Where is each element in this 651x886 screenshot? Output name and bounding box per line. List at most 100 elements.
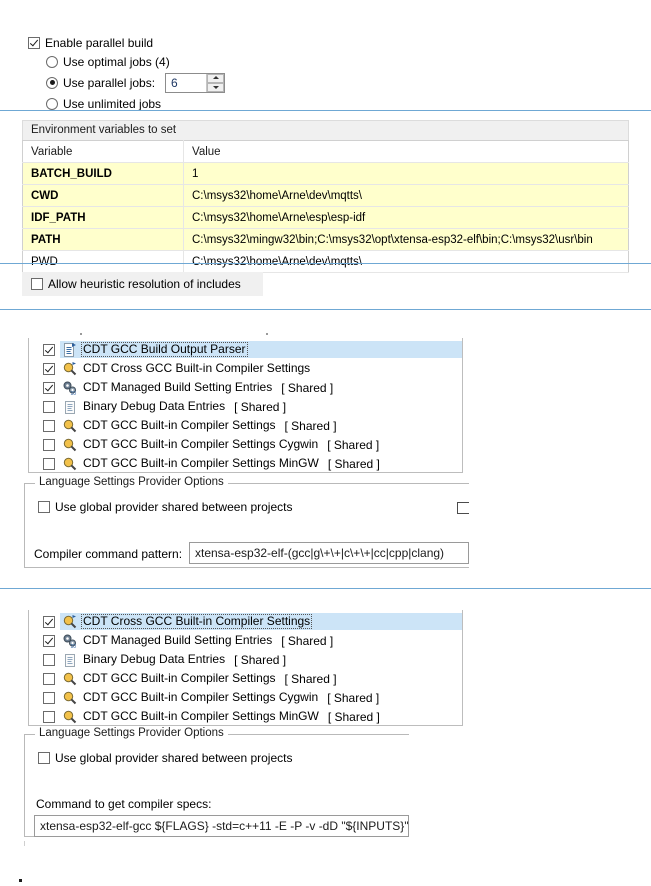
provider-row-binary-debug-data-entries[interactable]: Binary Debug Data Entries [ Shared ]	[29, 650, 462, 669]
provider-shared-tag: [ Shared ]	[284, 418, 337, 433]
use-parallel-jobs-radio[interactable]	[46, 76, 58, 89]
cell-variable: CWD	[22, 184, 184, 207]
provider-list-one[interactable]: CDT GCC Build Output Parser CDT Cross GC…	[28, 338, 463, 473]
table-row[interactable]: BATCH_BUILD 1	[22, 162, 629, 185]
provider-checkbox[interactable]	[43, 634, 55, 647]
table-row[interactable]: PATH C:\msys32\mingw32\bin;C:\msys32\opt…	[22, 228, 629, 251]
cross-gcc-magnifier-icon	[63, 361, 77, 375]
use-unlimited-jobs-radio[interactable]	[46, 97, 58, 110]
compiler-command-pattern-label: Compiler command pattern:	[34, 547, 183, 561]
use-parallel-jobs-row[interactable]: Use parallel jobs: 6	[46, 71, 226, 94]
allow-heuristic-row[interactable]: Allow heuristic resolution of includes	[22, 272, 263, 296]
separator-heuristic-top	[0, 263, 651, 264]
provider-row-cdt-gcc-builtin-compiler-settings[interactable]: CDT GCC Built-in Compiler Settings [ Sha…	[29, 669, 462, 688]
svg-text:10: 10	[71, 644, 77, 649]
provider-row-cdt-gcc-builtin-compiler-settings[interactable]: CDT GCC Built-in Compiler Settings [ Sha…	[29, 416, 462, 435]
provider-shared-tag: [ Shared ]	[234, 652, 287, 667]
list-marker-dot	[266, 333, 268, 335]
cell-value: 1	[183, 162, 629, 185]
environment-variables-section: Environment variables to set Variable Va…	[22, 120, 629, 273]
provider-checkbox[interactable]	[43, 615, 55, 628]
use-global-provider-checkbox[interactable]	[38, 501, 50, 513]
use-global-provider-row-one[interactable]: Use global provider shared between proje…	[38, 500, 292, 514]
use-global-provider-label: Use global provider shared between proje…	[55, 751, 293, 765]
column-header-value[interactable]: Value	[183, 140, 629, 163]
cell-value: C:\msys32\mingw32\bin;C:\msys32\opt\xten…	[183, 228, 629, 251]
provider-checkbox[interactable]	[43, 419, 55, 432]
provider-row-cdt-gcc-builtin-compiler-settings-cygwin[interactable]: CDT GCC Built-in Compiler Settings Cygwi…	[29, 688, 462, 707]
table-header-row: Variable Value	[22, 140, 629, 163]
provider-checkbox[interactable]	[43, 653, 55, 666]
use-global-provider-checkbox[interactable]	[38, 752, 50, 764]
use-unlimited-jobs-label: Use unlimited jobs	[63, 96, 162, 111]
use-optimal-jobs-radio[interactable]	[46, 55, 58, 68]
provider-row-cdt-managed-build-setting-entries[interactable]: 10 CDT Managed Build Setting Entries [ S…	[29, 631, 462, 650]
table-row[interactable]: PWD C:\msys32\home\Arne\dev\mqtts\	[22, 250, 629, 273]
provider-shared-tag: [ Shared ]	[284, 671, 337, 686]
use-parallel-jobs-label: Use parallel jobs:	[63, 75, 156, 90]
column-header-variable[interactable]: Variable	[22, 140, 184, 163]
cross-gcc-magnifier-icon	[63, 614, 77, 628]
provider-row-cdt-gcc-builtin-compiler-settings-mingw[interactable]: CDT GCC Built-in Compiler Settings MinGW…	[29, 707, 462, 726]
provider-checkbox[interactable]	[43, 400, 55, 413]
provider-label: CDT GCC Built-in Compiler Settings	[83, 671, 276, 685]
provider-checkbox[interactable]	[43, 710, 55, 723]
use-optimal-jobs-label: Use optimal jobs (4)	[63, 54, 170, 69]
provider-label: CDT Managed Build Setting Entries	[83, 633, 273, 647]
provider-row-cdt-gcc-build-output-parser[interactable]: CDT GCC Build Output Parser	[29, 340, 462, 359]
cell-value: C:\msys32\home\Arne\dev\mqtts\	[183, 250, 629, 273]
provider-shared-tag: [ Shared ]	[327, 437, 380, 452]
use-global-provider-row-two[interactable]: Use global provider shared between proje…	[38, 751, 292, 765]
spinner-down-arrow-icon[interactable]	[207, 82, 225, 92]
spinner-up-arrow-icon[interactable]	[207, 73, 225, 83]
parallel-jobs-stepper[interactable]: 6	[165, 72, 226, 93]
parallel-jobs-spin-buttons[interactable]	[206, 73, 225, 92]
gcc-builtin-magnifier-icon	[63, 691, 77, 704]
provider-label: Binary Debug Data Entries	[83, 652, 226, 666]
provider-checkbox[interactable]	[43, 362, 55, 375]
provider-list-two[interactable]: CDT Cross GCC Built-in Compiler Settings…	[28, 610, 463, 726]
cell-value: C:\msys32\home\Arne\esp\esp-idf	[183, 206, 629, 229]
enable-parallel-build-checkbox[interactable]	[28, 36, 40, 49]
provider-label: CDT GCC Built-in Compiler Settings	[83, 418, 276, 432]
provider-checkbox[interactable]	[43, 381, 55, 394]
command-to-get-compiler-specs-input[interactable]: xtensa-esp32-elf-gcc ${FLAGS} -std=c++11…	[34, 815, 409, 837]
provider-checkbox[interactable]	[43, 343, 55, 356]
provider-shared-tag: [ Shared ]	[327, 690, 380, 705]
enable-parallel-build-row[interactable]: Enable parallel build	[28, 33, 225, 52]
environment-variables-table[interactable]: Variable Value BATCH_BUILD 1 CWD C:\msys…	[22, 140, 629, 273]
provider-shared-tag: [ Shared ]	[327, 456, 380, 471]
provider-row-cdt-gcc-builtin-compiler-settings-mingw[interactable]: CDT GCC Built-in Compiler Settings MinGW…	[29, 454, 462, 473]
provider-checkbox[interactable]	[43, 672, 55, 685]
use-optimal-jobs-row[interactable]: Use optimal jobs (4)	[46, 52, 225, 71]
provider-checkbox[interactable]	[43, 691, 55, 704]
separator-section-two	[0, 588, 651, 589]
provider-row-cdt-gcc-builtin-compiler-settings-cygwin[interactable]: CDT GCC Built-in Compiler Settings Cygwi…	[29, 435, 462, 454]
provider-row-binary-debug-data-entries[interactable]: Binary Debug Data Entries [ Shared ]	[29, 397, 462, 416]
provider-shared-tag: [ Shared ]	[281, 380, 334, 395]
provider-row-cdt-managed-build-setting-entries[interactable]: 10 CDT Managed Build Setting Entries [ S…	[29, 378, 462, 397]
clipped-checkbox-one[interactable]	[457, 502, 469, 514]
provider-checkbox[interactable]	[43, 438, 55, 451]
provider-label: CDT Cross GCC Built-in Compiler Settings	[83, 361, 311, 375]
provider-row-cdt-cross-gcc-builtin-compiler-settings[interactable]: CDT Cross GCC Built-in Compiler Settings	[29, 359, 462, 378]
compiler-command-pattern-input[interactable]: xtensa-esp32-elf-(gcc|g\+\+|c\+\+|cc|cpp…	[189, 542, 469, 564]
svg-text:10: 10	[71, 391, 77, 396]
use-global-provider-label: Use global provider shared between proje…	[55, 500, 293, 514]
bottom-tick-mark	[24, 841, 25, 846]
allow-heuristic-checkbox[interactable]	[31, 278, 43, 290]
provider-label: Binary Debug Data Entries	[83, 399, 226, 413]
table-row[interactable]: IDF_PATH C:\msys32\home\Arne\esp\esp-idf	[22, 206, 629, 229]
build-output-parser-icon	[64, 342, 76, 357]
cell-variable: BATCH_BUILD	[22, 162, 184, 185]
language-settings-options-title: Language Settings Provider Options	[35, 476, 228, 488]
parallel-jobs-value[interactable]: 6	[166, 74, 206, 92]
cell-value: C:\msys32\home\Arne\dev\mqtts\	[183, 184, 629, 207]
table-row[interactable]: CWD C:\msys32\home\Arne\dev\mqtts\	[22, 184, 629, 207]
provider-row-cdt-cross-gcc-builtin-compiler-settings[interactable]: CDT Cross GCC Built-in Compiler Settings	[29, 612, 462, 631]
provider-checkbox[interactable]	[43, 457, 55, 470]
gcc-builtin-magnifier-icon	[63, 710, 77, 723]
enable-parallel-build-label: Enable parallel build	[45, 35, 154, 50]
parallel-build-section: Enable parallel build Use optimal jobs (…	[28, 33, 226, 113]
gcc-builtin-magnifier-icon	[63, 672, 77, 685]
